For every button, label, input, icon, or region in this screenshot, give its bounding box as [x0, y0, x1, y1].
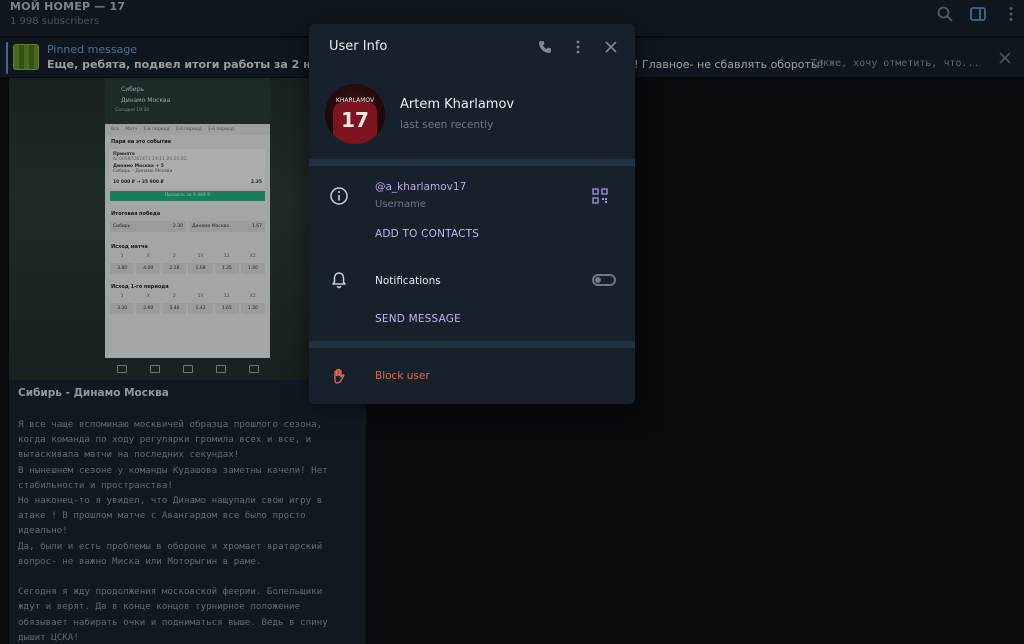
- notifications-label: Notifications: [375, 275, 441, 287]
- send-message-button[interactable]: SEND MESSAGE: [375, 313, 461, 325]
- phone-icon[interactable]: [537, 39, 553, 55]
- toggle-knob: [595, 277, 601, 283]
- username-label: Username: [375, 199, 426, 210]
- username-value[interactable]: @a_kharlamov17: [375, 181, 466, 193]
- avatar-name-text: KHARLAMOV: [335, 97, 375, 104]
- qr-code-icon[interactable]: [592, 188, 608, 204]
- bell-icon: [329, 270, 349, 290]
- notifications-toggle[interactable]: [592, 274, 616, 286]
- user-status: last seen recently: [400, 119, 494, 131]
- more-icon[interactable]: [570, 39, 586, 55]
- user-info-modal: User Info KHARLAMOV 17 Artem Kharlamov l…: [309, 24, 635, 404]
- modal-title: User Info: [329, 39, 388, 54]
- user-name: Artem Kharlamov: [400, 97, 515, 112]
- avatar[interactable]: KHARLAMOV 17: [325, 84, 385, 144]
- avatar-number: 17: [341, 108, 369, 132]
- info-icon: [329, 186, 349, 206]
- close-icon[interactable]: [603, 39, 619, 55]
- section-divider: [309, 341, 635, 348]
- block-user-button[interactable]: Block user: [375, 370, 430, 382]
- hand-stop-icon: [329, 366, 349, 386]
- add-to-contacts-button[interactable]: ADD TO CONTACTS: [375, 228, 479, 240]
- section-divider: [309, 159, 635, 166]
